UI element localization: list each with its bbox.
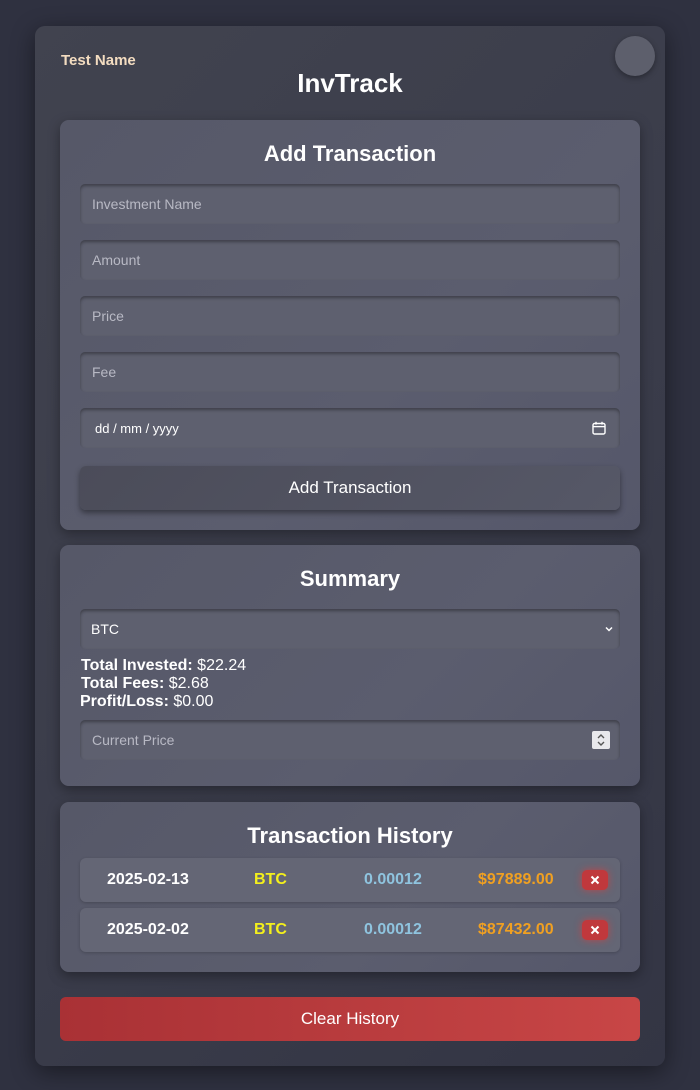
number-spinner[interactable] [592, 731, 610, 749]
delete-row-button[interactable] [582, 920, 608, 940]
history-card: Transaction History 2025-02-13 BTC 0.000… [60, 802, 640, 972]
fee-input[interactable] [80, 352, 620, 392]
total-fees-value: $2.68 [168, 675, 209, 692]
price-input[interactable] [80, 296, 620, 336]
row-date: 2025-02-13 [107, 871, 189, 888]
row-asset: BTC [254, 921, 287, 938]
profit-loss-line: Profit/Loss: $0.00 [80, 693, 245, 711]
profit-loss-label: Profit/Loss: [80, 693, 169, 710]
profit-loss-value: $0.00 [173, 693, 214, 710]
row-price: $87432.00 [478, 921, 554, 938]
current-price-input[interactable]: Current Price [80, 720, 620, 760]
investment-name-input[interactable] [80, 184, 620, 224]
row-amount: 0.00012 [364, 871, 422, 888]
app-title: InvTrack [297, 68, 403, 98]
calendar-icon[interactable] [592, 421, 606, 435]
summary-title: Summary [299, 566, 401, 591]
table-row: 2025-02-02 BTC 0.00012 $87432.00 [80, 908, 620, 952]
date-input[interactable]: dd / mm / yyyy [80, 408, 620, 448]
add-transaction-title: Add Transaction [263, 141, 437, 166]
asset-select[interactable]: BTC [80, 609, 620, 649]
total-invested-value: $22.24 [197, 657, 247, 674]
delete-row-button[interactable] [582, 870, 608, 890]
chevron-down-icon [605, 626, 613, 632]
username: Test Name [61, 52, 136, 69]
row-date: 2025-02-02 [107, 921, 189, 938]
total-fees-label: Total Fees: [81, 675, 165, 692]
close-icon [590, 875, 600, 885]
row-price: $97889.00 [478, 871, 554, 888]
table-row: 2025-02-13 BTC 0.00012 $97889.00 [80, 858, 620, 902]
add-transaction-button[interactable]: Add Transaction [80, 466, 620, 510]
add-transaction-card: Add Transaction dd / mm / yyyy Add Trans… [60, 120, 640, 530]
spinner-arrows-icon [597, 734, 605, 746]
total-fees-line: Total Fees: $2.68 [81, 675, 246, 693]
total-invested-line: Total Invested: $22.24 [81, 657, 246, 675]
app-container: Test Name InvTrack Add Transaction dd / … [35, 26, 665, 1066]
history-title: Transaction History [247, 823, 453, 848]
date-placeholder: dd / mm / yyyy [95, 420, 179, 436]
row-asset: BTC [254, 871, 287, 888]
asset-select-value: BTC [91, 621, 119, 637]
current-price-placeholder: Current Price [92, 732, 175, 748]
total-invested-label: Total Invested: [81, 657, 193, 674]
summary-card: Summary BTC Total Invested: $22.24 Total… [60, 545, 640, 786]
summary-stats: Total Invested: $22.24 Total Fees: $2.68… [80, 657, 246, 711]
row-amount: 0.00012 [364, 921, 422, 938]
clear-history-button[interactable]: Clear History [60, 997, 640, 1041]
close-icon [590, 925, 600, 935]
amount-input[interactable] [80, 240, 620, 280]
